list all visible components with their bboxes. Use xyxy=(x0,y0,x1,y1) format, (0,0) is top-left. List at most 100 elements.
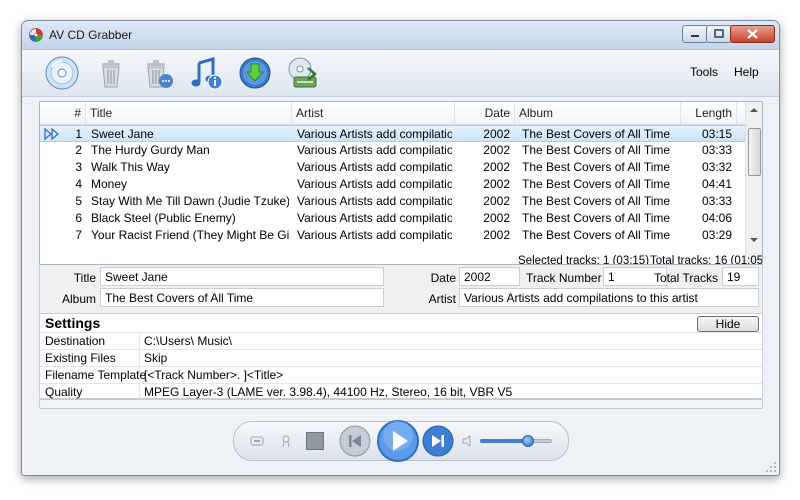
resize-grip-icon[interactable] xyxy=(765,461,777,473)
stop-icon xyxy=(282,435,290,448)
scroll-up-icon[interactable] xyxy=(746,102,762,118)
play-icon xyxy=(377,420,419,462)
track-length: 03:33 xyxy=(701,143,732,157)
setting-value: [<Track Number>. ]<Title> xyxy=(144,368,284,382)
track-date: 2002 xyxy=(483,143,510,157)
artist-label: Artist xyxy=(428,292,456,306)
track-length: 04:06 xyxy=(701,211,732,225)
rip-button[interactable] xyxy=(285,55,321,91)
menu-tools[interactable]: Tools xyxy=(690,65,718,79)
column-date[interactable]: Date xyxy=(455,102,515,124)
column-number[interactable]: # xyxy=(40,102,86,124)
track-title: Stay With Me Till Dawn (Judie Tzuke) xyxy=(91,194,289,208)
total-tracks-text: Total tracks: 16 (01:05:38) xyxy=(650,255,763,265)
maximize-button[interactable] xyxy=(706,25,732,43)
next-button[interactable] xyxy=(422,425,454,457)
track-album: The Best Covers of All Time xyxy=(522,194,671,208)
scrollbar-thumb[interactable] xyxy=(748,128,761,176)
table-row[interactable]: 7 Your Racist Friend (They Might Be Gia.… xyxy=(40,227,746,244)
table-row[interactable]: 2 The Hurdy Gurdy Man Various Artists ad… xyxy=(40,142,746,159)
previous-button[interactable] xyxy=(339,425,371,457)
track-number: 1 xyxy=(75,127,82,141)
volume-button[interactable] xyxy=(461,434,475,448)
settings-row-filename-template[interactable]: Filename Template [<Track Number>. ]<Tit… xyxy=(40,366,762,383)
get-tags-button[interactable] xyxy=(237,55,273,91)
stop-button[interactable] xyxy=(279,434,293,448)
track-artist: Various Artists add compilatio... xyxy=(297,228,452,242)
trash-batch-icon xyxy=(147,60,173,88)
track-album: The Best Covers of All Time xyxy=(522,160,671,174)
app-window: AV CD Grabber Tools Help # Title Artist … xyxy=(21,20,780,476)
setting-divider xyxy=(139,367,140,383)
track-artist: Various Artists add compilatio... xyxy=(297,160,452,174)
track-info-button[interactable] xyxy=(188,55,224,91)
volume-knob[interactable] xyxy=(522,435,534,447)
total-tracks-label: Total Tracks xyxy=(654,271,719,285)
track-date: 2002 xyxy=(483,127,510,141)
track-list-scrollbar[interactable] xyxy=(745,102,762,264)
menu-help[interactable]: Help xyxy=(734,65,759,79)
track-length: 03:33 xyxy=(701,194,732,208)
table-row[interactable]: 1 Sweet Jane Various Artists add compila… xyxy=(40,125,746,142)
track-number-label: Track Number xyxy=(526,271,602,285)
track-list[interactable]: # Title Artist Date Album Length 1 Sweet… xyxy=(39,101,763,265)
play-button[interactable] xyxy=(376,419,420,463)
title-field[interactable]: Sweet Jane xyxy=(100,267,384,286)
date-field[interactable]: 2002 xyxy=(459,267,520,286)
artist-field[interactable]: Various Artists add compilations to this… xyxy=(459,288,759,307)
scroll-down-icon[interactable] xyxy=(746,232,762,248)
column-length[interactable]: Length xyxy=(681,102,737,124)
cd-icon xyxy=(45,56,79,90)
setting-value: Skip xyxy=(144,351,168,365)
column-album[interactable]: Album xyxy=(515,102,681,124)
track-date: 2002 xyxy=(483,228,510,242)
track-title: Sweet Jane xyxy=(91,127,154,141)
settings-row-existing-files[interactable]: Existing Files Skip xyxy=(40,349,762,366)
settings-row-destination[interactable]: Destination C:\Users\ Music\ xyxy=(40,332,762,349)
column-title[interactable]: Title xyxy=(86,102,292,124)
remove-all-button[interactable] xyxy=(140,55,176,91)
track-artist: Various Artists add compilatio... xyxy=(297,211,452,225)
download-icon xyxy=(239,57,271,89)
track-date: 2002 xyxy=(483,160,510,174)
table-row[interactable]: 5 Stay With Me Till Dawn (Judie Tzuke) V… xyxy=(40,193,746,210)
setting-key: Filename Template xyxy=(45,368,147,382)
setting-divider xyxy=(139,350,140,366)
trash-icon xyxy=(102,60,120,88)
minimize-button[interactable] xyxy=(682,25,708,43)
screen-button[interactable] xyxy=(306,432,324,450)
track-album: The Best Covers of All Time xyxy=(522,143,671,157)
volume-icon xyxy=(462,435,471,447)
track-album: The Best Covers of All Time xyxy=(522,177,671,191)
track-length: 03:32 xyxy=(701,160,732,174)
album-field[interactable]: The Best Covers of All Time xyxy=(100,288,384,307)
column-artist[interactable]: Artist xyxy=(292,102,455,124)
settings-row-quality[interactable]: Quality MPEG Layer-3 (LAME ver. 3.98.4),… xyxy=(40,383,762,400)
track-length: 03:15 xyxy=(701,127,732,141)
previous-icon xyxy=(339,425,371,457)
track-album: The Best Covers of All Time xyxy=(522,211,671,225)
setting-value: MPEG Layer-3 (LAME ver. 3.98.4), 44100 H… xyxy=(144,385,513,399)
eject-button[interactable] xyxy=(250,434,264,448)
cd-button[interactable] xyxy=(44,55,80,91)
rip-disc-icon xyxy=(288,57,317,88)
now-playing-icon xyxy=(44,128,60,140)
hide-settings-button[interactable]: Hide xyxy=(697,316,759,332)
title-bar[interactable]: AV CD Grabber xyxy=(22,21,779,50)
track-number: 4 xyxy=(75,177,82,191)
total-tracks-field[interactable]: 19 xyxy=(722,267,759,286)
table-row[interactable]: 4 Money Various Artists add compilatio..… xyxy=(40,176,746,193)
track-summary: Selected tracks: 1 (03:15) Total tracks:… xyxy=(40,254,763,265)
setting-key: Destination xyxy=(45,334,106,348)
window-title: AV CD Grabber xyxy=(49,28,133,42)
table-row[interactable]: 6 Black Steel (Public Enemy) Various Art… xyxy=(40,210,746,227)
maximize-icon xyxy=(714,29,724,38)
volume-slider[interactable] xyxy=(480,435,552,447)
close-button[interactable] xyxy=(730,25,775,43)
table-row[interactable]: 3 Walk This Way Various Artists add comp… xyxy=(40,159,746,176)
track-artist: Various Artists add compilatio... xyxy=(297,177,452,191)
settings-heading: Settings xyxy=(45,315,101,331)
track-date: 2002 xyxy=(483,211,510,225)
remove-button[interactable] xyxy=(93,55,129,91)
track-album: The Best Covers of All Time xyxy=(522,228,671,242)
